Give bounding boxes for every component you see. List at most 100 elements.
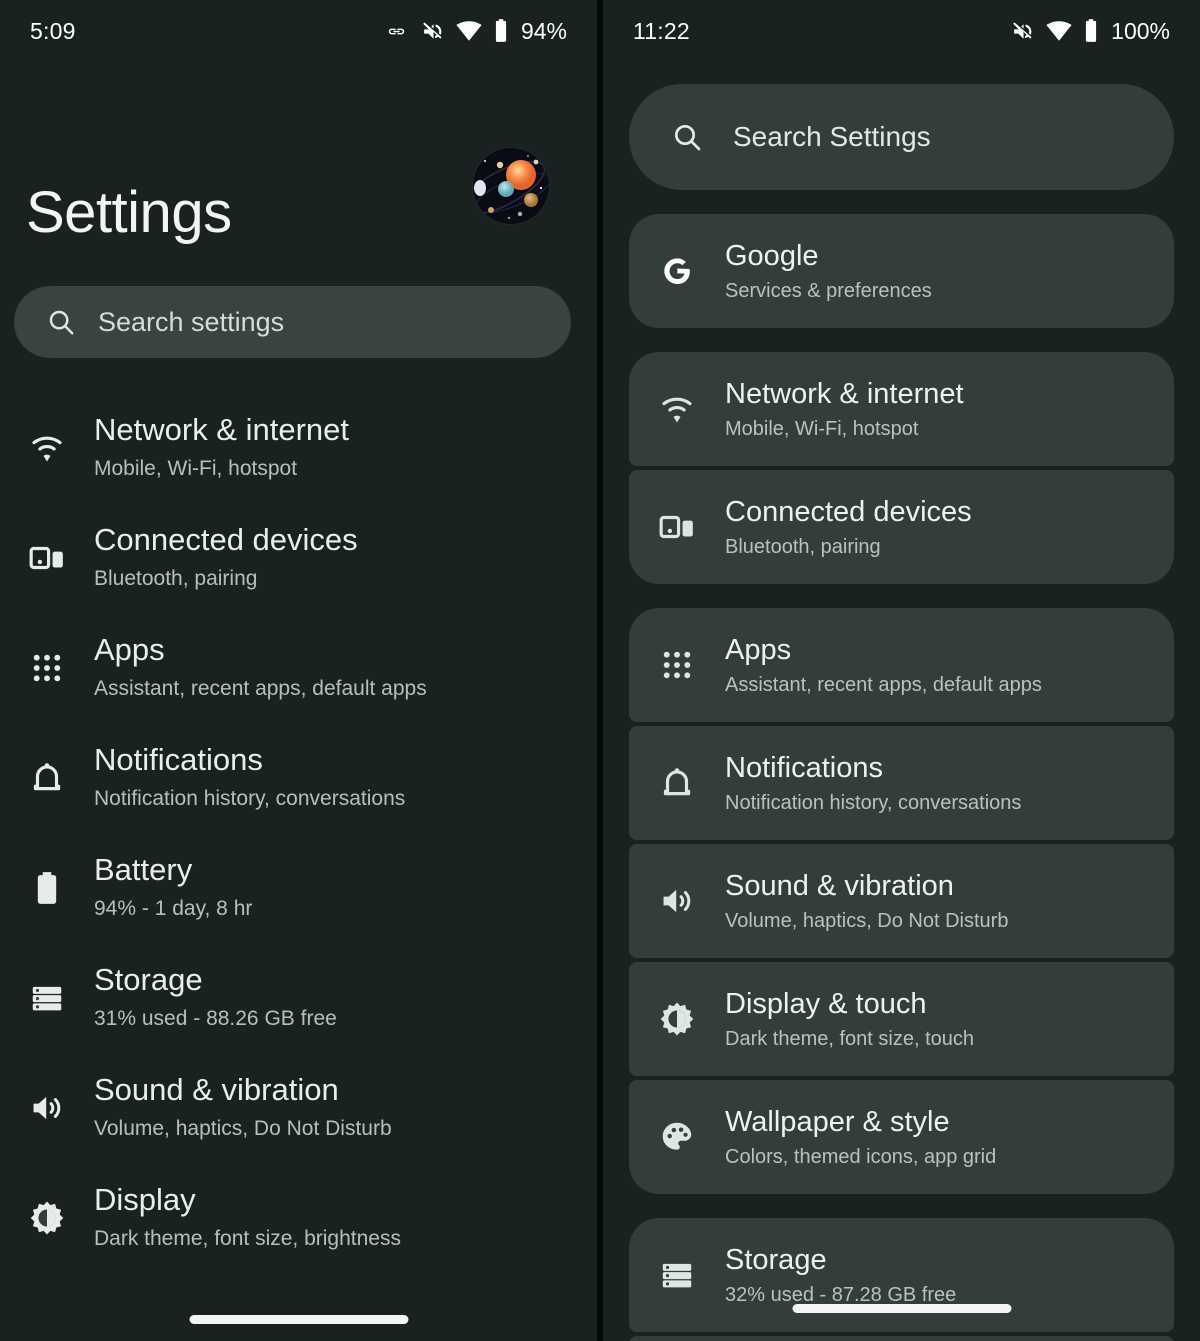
settings-row[interactable]: Sound & vibration Volume, haptics, Do Not…: [0, 1054, 597, 1164]
settings-row[interactable]: Network & internet Mobile, Wi-Fi, hotspot: [0, 394, 597, 504]
settings-card-row[interactable]: Sound & vibration Volume, haptics, Do Not…: [629, 844, 1174, 958]
battery-percent-label: 94%: [521, 18, 567, 45]
gesture-nav-pill-left[interactable]: [189, 1315, 408, 1324]
apps-grid-icon: [0, 629, 94, 687]
search-placeholder: Search settings: [98, 307, 284, 338]
settings-card-row[interactable]: Connected devices Bluetooth, pairing: [629, 470, 1174, 584]
settings-card-row[interactable]: Apps Assistant, recent apps, default apps: [629, 608, 1174, 722]
brightness-icon: [0, 1179, 94, 1237]
settings-row-title: Connected devices: [94, 521, 358, 559]
settings-groups-right: Google Services & preferences Network & in…: [629, 214, 1174, 1341]
settings-card-row[interactable]: Storage32% used - 87.28 GB free: [629, 1218, 1174, 1332]
search-icon: [671, 121, 703, 153]
settings-group: Apps Assistant, recent apps, default apps…: [629, 608, 1174, 1194]
settings-row[interactable]: Storage 31% used - 88.26 GB free: [0, 944, 597, 1054]
settings-row-title: Notifications: [94, 741, 405, 779]
google-g-icon: [629, 252, 725, 290]
mute-icon: [1010, 19, 1035, 44]
settings-card-title: Storage: [725, 1243, 956, 1278]
settings-row-subtitle: Notification history, conversations: [94, 786, 405, 811]
wifi-icon: [456, 18, 482, 44]
wifi-icon: [1046, 18, 1072, 44]
settings-card-subtitle: Notification history, conversations: [725, 791, 1021, 815]
settings-card-title: Apps: [725, 633, 1042, 668]
settings-card-subtitle: Colors, themed icons, app grid: [725, 1145, 996, 1169]
settings-row-subtitle: 94% - 1 day, 8 hr: [94, 896, 252, 921]
settings-row-title: Battery: [94, 851, 252, 889]
account-avatar[interactable]: [473, 148, 549, 224]
settings-list-left: Network & internet Mobile, Wi-Fi, hotspot…: [0, 394, 597, 1274]
settings-row-title: Network & internet: [94, 411, 349, 449]
status-time: 11:22: [633, 18, 690, 45]
settings-group: Storage32% used - 87.28 GB free Back up o…: [629, 1218, 1174, 1341]
settings-row[interactable]: Battery 94% - 1 day, 8 hr: [0, 834, 597, 944]
settings-row-title: Storage: [94, 961, 337, 999]
volume-icon: [0, 1069, 94, 1127]
settings-card-subtitle: Mobile, Wi-Fi, hotspot: [725, 417, 964, 441]
settings-card-row[interactable]: Display & touch Dark theme, font size, to…: [629, 962, 1174, 1076]
settings-scroll-right: Search Settings Google Services & prefere…: [603, 62, 1200, 1341]
connected-devices-icon: [0, 519, 94, 577]
settings-row[interactable]: Notifications Notification history, conve…: [0, 724, 597, 834]
settings-group: Network & internet Mobile, Wi-Fi, hotspot…: [629, 352, 1174, 584]
settings-card-subtitle: Assistant, recent apps, default apps: [725, 673, 1042, 697]
settings-row-subtitle: Bluetooth, pairing: [94, 566, 358, 591]
settings-card-title: Display & touch: [725, 987, 974, 1022]
storage-icon: [0, 959, 94, 1017]
volume-icon: [629, 882, 725, 920]
settings-group: Google Services & preferences: [629, 214, 1174, 328]
settings-card-row[interactable]: Back up or copy dataBack up data, bring …: [629, 1336, 1174, 1341]
right-phone-screen: 11:22 100%: [603, 0, 1200, 1341]
mute-icon: [420, 19, 445, 44]
settings-card-title: Network & internet: [725, 377, 964, 412]
wifi-icon: [0, 409, 94, 467]
apps-grid-icon: [629, 646, 725, 684]
settings-row-title: Sound & vibration: [94, 1071, 392, 1109]
settings-row[interactable]: Connected devices Bluetooth, pairing: [0, 504, 597, 614]
connected-devices-icon: [629, 508, 725, 546]
settings-row-subtitle: Mobile, Wi-Fi, hotspot: [94, 456, 349, 481]
settings-card-row[interactable]: Wallpaper & style Colors, themed icons, a…: [629, 1080, 1174, 1194]
link-icon: [384, 19, 409, 44]
bell-icon: [629, 764, 725, 802]
dual-screenshot-container: 5:09: [0, 0, 1200, 1341]
settings-card-title: Wallpaper & style: [725, 1105, 996, 1140]
settings-row-title: Apps: [94, 631, 427, 669]
search-icon: [46, 307, 76, 337]
battery-icon: [1083, 18, 1099, 44]
status-icon-group: 94%: [384, 18, 567, 45]
settings-row-subtitle: Dark theme, font size, brightness: [94, 1226, 401, 1251]
settings-card-title: Connected devices: [725, 495, 972, 530]
settings-row-subtitle: 31% used - 88.26 GB free: [94, 1006, 337, 1031]
settings-row-title: Display: [94, 1181, 401, 1219]
status-bar-left: 5:09: [0, 0, 597, 62]
settings-row[interactable]: Display Dark theme, font size, brightness: [0, 1164, 597, 1274]
settings-card-subtitle: Volume, haptics, Do Not Disturb: [725, 909, 1008, 933]
settings-card-subtitle: Services & preferences: [725, 279, 932, 303]
settings-card-title: Notifications: [725, 751, 1021, 786]
settings-card-row[interactable]: Notifications Notification history, conve…: [629, 726, 1174, 840]
battery-icon: [493, 18, 509, 44]
search-input[interactable]: Search settings: [14, 286, 571, 358]
settings-card-title: Google: [725, 239, 932, 274]
settings-row[interactable]: AppsAssistant, recent apps, default apps: [0, 614, 597, 724]
status-bar-right: 11:22 100%: [603, 0, 1200, 62]
settings-card-title: Sound & vibration: [725, 869, 1008, 904]
gesture-nav-pill-right[interactable]: [792, 1304, 1011, 1313]
status-icon-group: 100%: [1010, 18, 1170, 45]
settings-card-subtitle: Dark theme, font size, touch: [725, 1027, 974, 1051]
wifi-icon: [629, 390, 725, 428]
status-time: 5:09: [30, 18, 76, 45]
storage-icon: [629, 1256, 725, 1294]
settings-card-row[interactable]: Network & internet Mobile, Wi-Fi, hotspot: [629, 352, 1174, 466]
palette-icon: [629, 1118, 725, 1156]
battery-percent-label: 100%: [1111, 18, 1170, 45]
settings-card-subtitle: Bluetooth, pairing: [725, 535, 972, 559]
brightness-icon: [629, 1000, 725, 1038]
settings-row-subtitle: Volume, haptics, Do Not Disturb: [94, 1116, 392, 1141]
bell-icon: [0, 739, 94, 797]
settings-card-row[interactable]: Google Services & preferences: [629, 214, 1174, 328]
search-placeholder: Search Settings: [733, 121, 931, 153]
left-phone-screen: 5:09: [0, 0, 597, 1341]
search-input[interactable]: Search Settings: [629, 84, 1174, 190]
